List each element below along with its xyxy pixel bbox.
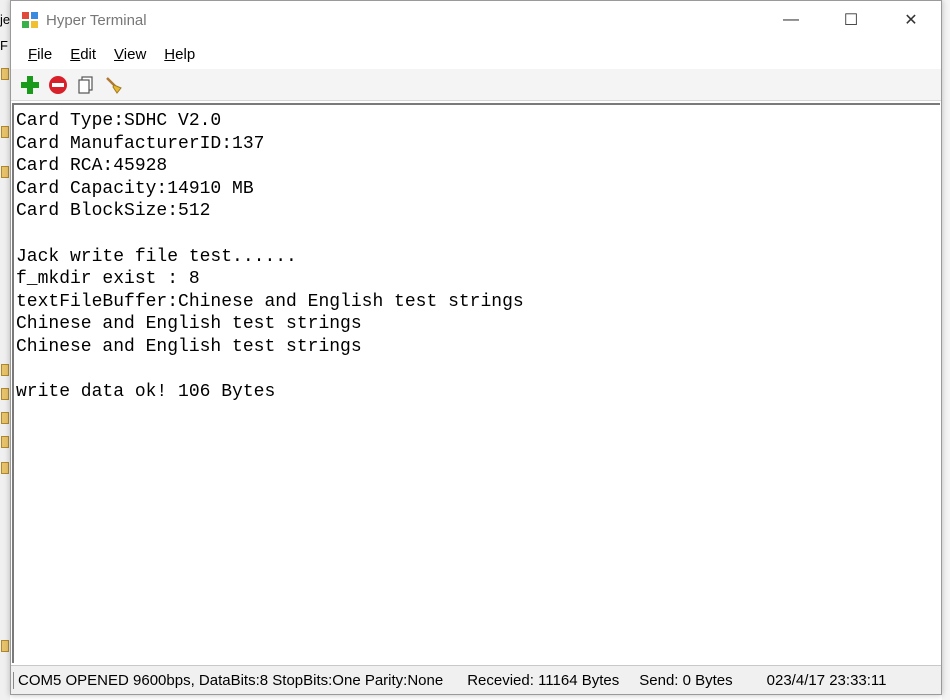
terminal-line: Card BlockSize:512 [16, 201, 211, 222]
menu-help[interactable]: Help [155, 46, 204, 63]
clear-button[interactable] [103, 74, 125, 96]
connect-plus-icon [21, 75, 39, 94]
status-bar: COM5 OPENED 9600bps, DataBits:8 StopBits… [11, 665, 941, 694]
hyper-terminal-window: Hyper Terminal — ☐ ✕ File Edit View Help [10, 0, 942, 695]
terminal-line: Card Capacity:14910 MB [16, 178, 254, 199]
maximize-icon: ☐ [843, 12, 859, 29]
close-button[interactable]: ✕ [881, 1, 941, 39]
background-folder-icon [1, 126, 9, 138]
clear-broom-icon [106, 76, 122, 94]
terminal-line: write data ok! 106 Bytes [16, 382, 276, 403]
background-folder-icon [1, 462, 9, 474]
menu-help-mnemonic: H [164, 45, 176, 63]
minimize-button[interactable]: — [761, 1, 821, 39]
minimize-icon: — [783, 11, 799, 28]
menu-view-rest: iew [123, 45, 147, 63]
menu-edit-rest: dit [80, 45, 97, 63]
disconnect-stop-icon [49, 75, 67, 94]
background-folder-icon [1, 388, 9, 400]
menu-file[interactable]: File [19, 46, 61, 63]
terminal-line: f_mkdir exist : 8 [16, 269, 200, 290]
background-folder-icon [1, 364, 9, 376]
terminal-line: Card RCA:45928 [16, 156, 168, 177]
menu-file-mnemonic: F [28, 45, 38, 63]
connect-button[interactable] [19, 74, 41, 96]
copy-button[interactable] [75, 74, 97, 96]
background-app-edge: je F [0, 0, 10, 700]
terminal-line: textFileBuffer:Chinese and English test … [16, 291, 524, 312]
disconnect-button[interactable] [47, 74, 69, 96]
background-text-fragment: F [0, 38, 8, 53]
window-title: Hyper Terminal [46, 11, 147, 29]
background-app-edge-right [942, 0, 950, 700]
app-icon [22, 12, 38, 28]
status-received: Recevied: 11164 Bytes [467, 671, 620, 689]
menu-view-mnemonic: V [114, 45, 124, 63]
copy-icon [78, 75, 93, 94]
menu-edit[interactable]: Edit [61, 46, 105, 63]
menu-edit-mnemonic: E [70, 45, 81, 63]
terminal-output[interactable]: Card Type:SDHC V2.0 Card ManufacturerID:… [12, 103, 940, 663]
menu-file-rest: ile [37, 45, 53, 63]
menu-help-rest: elp [175, 45, 196, 63]
status-datetime: 023/4/17 23:33:11 [766, 671, 887, 689]
menu-view[interactable]: View [105, 46, 155, 63]
toolbar [11, 69, 941, 101]
status-sent: Send: 0 Bytes [639, 671, 733, 689]
background-folder-icon [1, 436, 9, 448]
terminal-line: Chinese and English test strings [16, 336, 362, 357]
status-connection: COM5 OPENED 9600bps, DataBits:8 StopBits… [13, 671, 443, 689]
background-folder-icon [1, 68, 9, 80]
maximize-button[interactable]: ☐ [821, 1, 881, 39]
background-folder-icon [1, 412, 9, 424]
title-bar[interactable]: Hyper Terminal — ☐ ✕ [11, 1, 941, 39]
terminal-line: Card Type:SDHC V2.0 [16, 111, 222, 131]
terminal-line: Chinese and English test strings [16, 314, 362, 335]
terminal-line: Jack write file test...... [16, 246, 297, 267]
close-icon: ✕ [904, 12, 918, 29]
menu-bar: File Edit View Help [11, 39, 941, 69]
background-folder-icon [1, 166, 9, 178]
background-text-fragment: je [0, 12, 11, 27]
background-folder-icon [1, 640, 9, 652]
terminal-line: Card ManufacturerID:137 [16, 133, 265, 154]
